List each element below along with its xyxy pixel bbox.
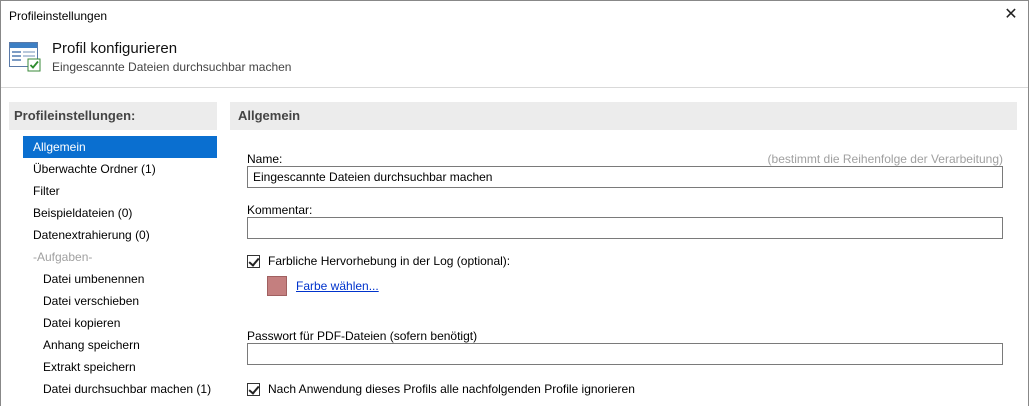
nav-heading: Profileinstellungen: <box>9 102 217 130</box>
highlight-label: Farbliche Hervorhebung in der Log (optio… <box>268 254 511 268</box>
page-subtitle: Eingescannte Dateien durchsuchbar machen <box>52 60 292 74</box>
dialog-header: Profil konfigurieren Eingescannte Dateie… <box>1 31 1028 79</box>
nav-item-make-searchable[interactable]: Datei durchsuchbar machen (1) <box>23 378 217 400</box>
choose-color-link[interactable]: Farbe wählen... <box>296 279 379 293</box>
highlight-checkbox[interactable] <box>247 254 260 268</box>
ignore-profiles-checkbox[interactable] <box>247 382 260 396</box>
page-title: Profil konfigurieren <box>52 40 178 57</box>
comment-label: Kommentar: <box>247 203 313 217</box>
nav-item-allgemein[interactable]: Allgemein <box>23 136 217 158</box>
name-label: Name: <box>247 152 283 166</box>
highlight-checkbox-row[interactable]: Farbliche Hervorhebung in der Log (optio… <box>247 254 510 268</box>
settings-window-icon <box>9 42 41 75</box>
nav-item-save-extract[interactable]: Extrakt speichern <box>23 356 217 378</box>
ignore-profiles-label: Nach Anwendung dieses Profils alle nachf… <box>268 382 635 396</box>
nav-item-sample-files[interactable]: Beispieldateien (0) <box>23 202 217 224</box>
comment-field[interactable] <box>247 217 1003 239</box>
name-hint: (bestimmt die Reihenfolge der Verarbeitu… <box>767 152 1003 166</box>
title-bar: Profileinstellungen ✕ <box>1 1 1028 31</box>
nav-item-rename-file[interactable]: Datei umbenennen <box>23 268 217 290</box>
header-divider <box>1 87 1028 88</box>
nav-item-save-attachment[interactable]: Anhang speichern <box>23 334 217 356</box>
color-swatch[interactable] <box>267 276 287 296</box>
nav-group-tasks: -Aufgaben- <box>33 250 93 264</box>
nav-item-filter[interactable]: Filter <box>23 180 217 202</box>
window-title: Profileinstellungen <box>9 9 108 23</box>
password-field[interactable] <box>247 343 1003 365</box>
nav-item-watched-folders[interactable]: Überwachte Ordner (1) <box>23 158 217 180</box>
nav-item-move-file[interactable]: Datei verschieben <box>23 290 217 312</box>
settings-nav-panel: Profileinstellungen: Allgemein Überwacht… <box>9 102 217 408</box>
password-label: Passwort für PDF-Dateien (sofern benötig… <box>247 329 478 343</box>
section-heading: Allgemein <box>230 102 1017 130</box>
nav-item-data-extraction[interactable]: Datenextrahierung (0) <box>23 224 217 246</box>
close-icon[interactable]: ✕ <box>1000 4 1022 26</box>
profile-settings-window: Profileinstellungen ✕ Profil konfigurier… <box>0 0 1029 406</box>
ignore-profiles-checkbox-row[interactable]: Nach Anwendung dieses Profils alle nachf… <box>247 382 635 396</box>
general-settings-panel: Allgemein Name: (bestimmt die Reihenfolg… <box>230 102 1017 408</box>
name-field[interactable]: Eingescannte Dateien durchsuchbar machen <box>247 166 1003 188</box>
nav-item-copy-file[interactable]: Datei kopieren <box>23 312 217 334</box>
settings-nav: Allgemein Überwachte Ordner (1) Filter B… <box>23 136 217 400</box>
